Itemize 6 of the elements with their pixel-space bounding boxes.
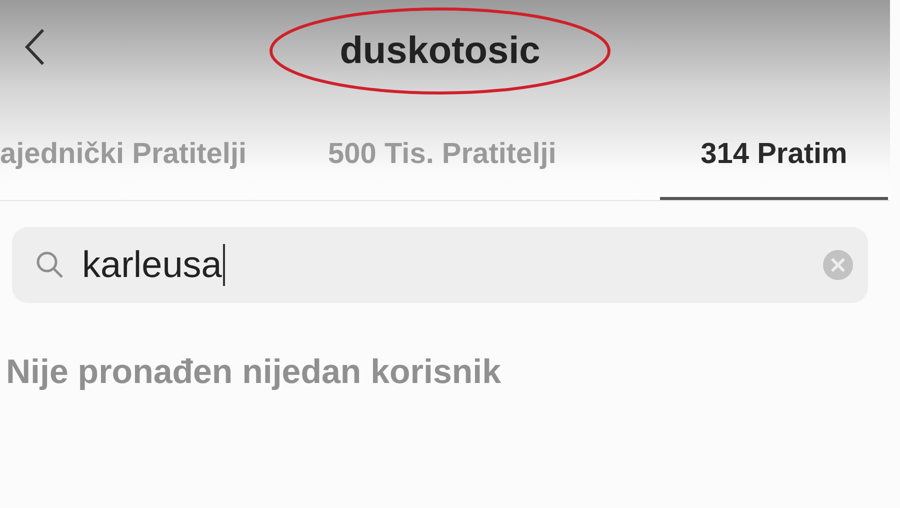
search-query: karleusa	[82, 244, 225, 286]
no-results-message: Nije pronađen nijedan korisnik	[6, 353, 502, 392]
profile-username: duskotosic	[340, 30, 540, 72]
search-field[interactable]: karleusa	[12, 227, 868, 303]
back-icon[interactable]	[24, 27, 46, 67]
tab[interactable]: 314 Pratim	[660, 112, 888, 200]
